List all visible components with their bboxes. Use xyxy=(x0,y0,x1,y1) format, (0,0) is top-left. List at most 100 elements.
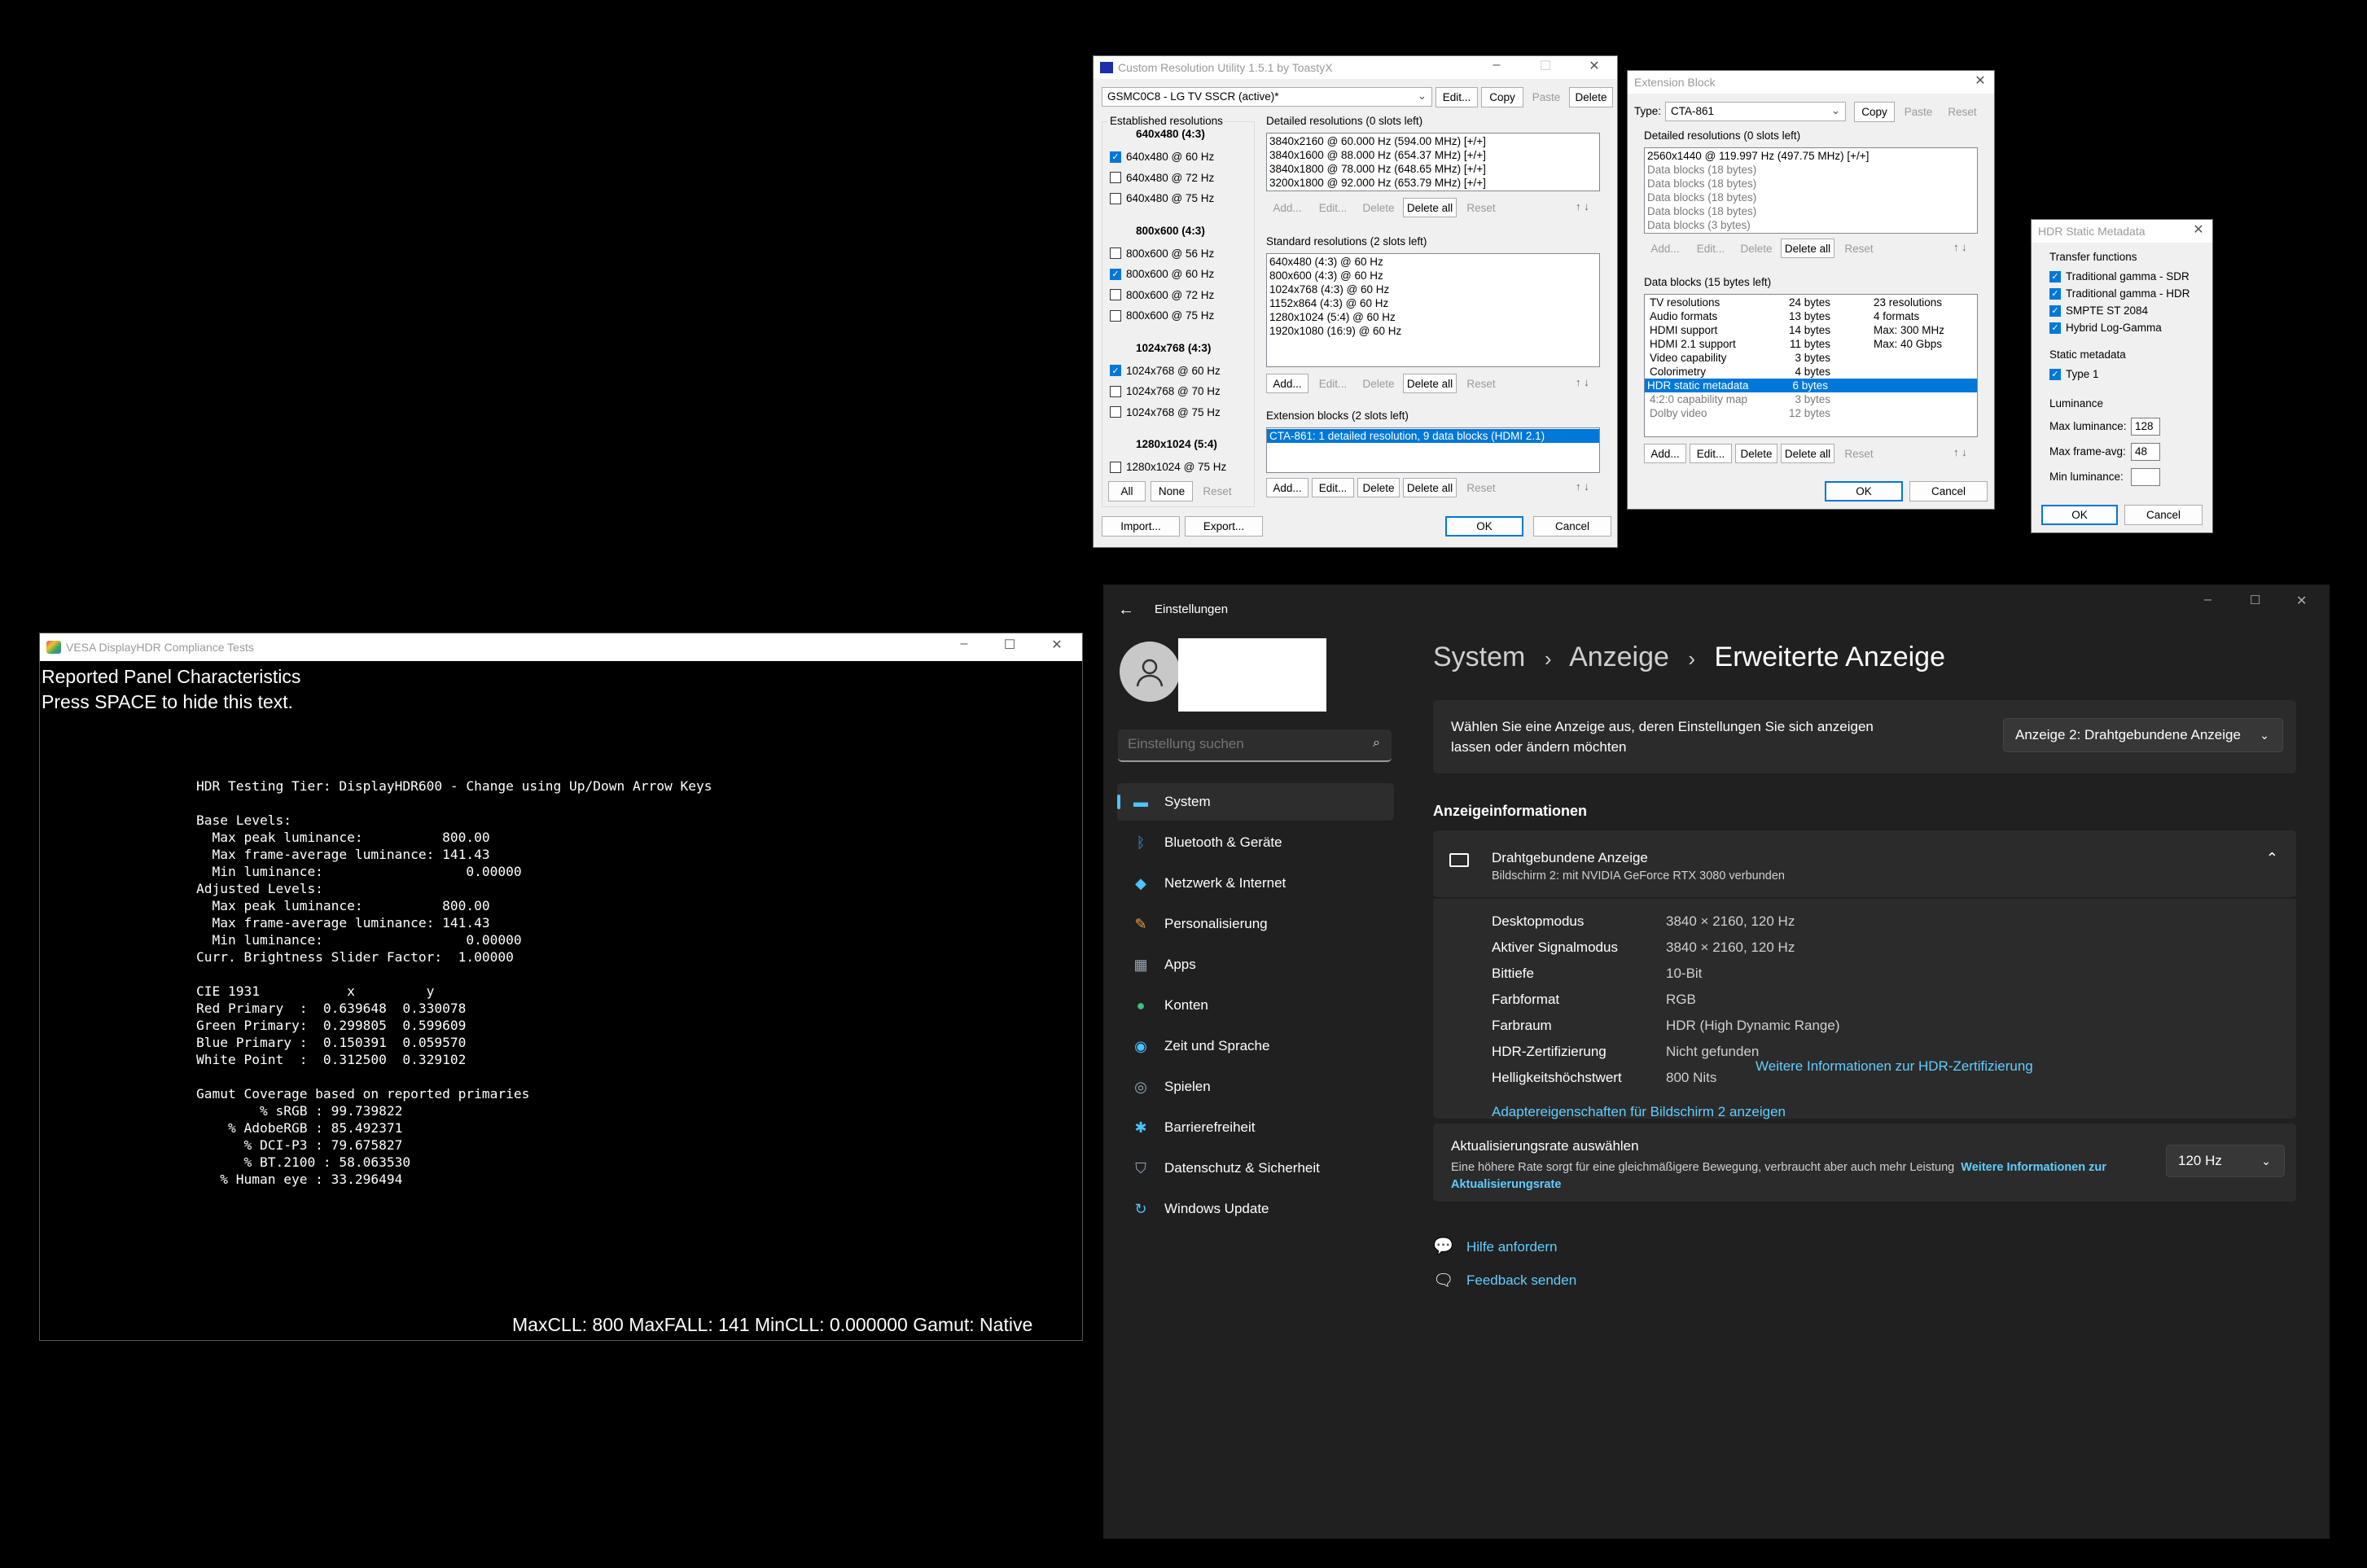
feedback-link[interactable]: Feedback senden xyxy=(1466,1272,1576,1289)
type1-checkbox[interactable]: ✓ Type 1 xyxy=(2049,368,2099,380)
vesa-maximize-button[interactable]: ☐ xyxy=(997,637,1022,653)
row-button[interactable]: Delete all xyxy=(1781,239,1834,258)
row-button[interactable]: Add... xyxy=(1266,478,1308,497)
data-block-row[interactable]: Video capability 3 bytes xyxy=(1647,351,1975,365)
minimize-button[interactable]: – xyxy=(1484,58,1509,72)
move-arrows-icon[interactable]: ↑ ↓ xyxy=(1953,241,1967,253)
row-button[interactable]: Reset xyxy=(1460,478,1502,497)
list-item[interactable]: Data blocks (18 bytes) xyxy=(1647,204,1975,218)
row-button[interactable]: Edit... xyxy=(1690,239,1732,258)
transfer-checkbox[interactable]: ✓ Hybrid Log-Gamma xyxy=(2049,322,2162,334)
hdr-ok-button[interactable]: OK xyxy=(2041,505,2118,525)
adapter-link[interactable]: Adaptereigenschaften für Bildschirm 2 an… xyxy=(1492,1104,1786,1120)
vesa-minimize-button[interactable]: – xyxy=(952,637,976,651)
export-button[interactable]: Export... xyxy=(1185,516,1263,537)
display-select[interactable]: Anzeige 2: Drahtgebundene Anzeige ⌄ xyxy=(2003,718,2283,752)
cru-edit-button[interactable]: Edit... xyxy=(1436,87,1478,107)
est-checkbox[interactable]: 640x480 @ 75 Hz xyxy=(1110,192,1214,204)
row-button[interactable]: Delete all xyxy=(1403,374,1457,393)
sidebar-item[interactable]: ● Konten xyxy=(1117,987,1394,1024)
list-item[interactable]: CTA-861: 1 detailed resolution, 9 data b… xyxy=(1267,429,1599,443)
cru-cancel-button[interactable]: Cancel xyxy=(1533,516,1611,537)
est-checkbox[interactable]: 800x600 @ 75 Hz xyxy=(1110,309,1214,322)
est-checkbox[interactable]: 800x600 @ 72 Hz xyxy=(1110,289,1214,301)
data-block-row[interactable]: Audio formats 13 bytes 4 formats xyxy=(1647,309,1975,323)
sidebar-item[interactable]: ▬ System xyxy=(1117,783,1394,821)
data-block-row[interactable]: HDMI 2.1 support 11 bytes Max: 40 Gbps xyxy=(1647,337,1975,351)
est-checkbox[interactable]: 1024x768 @ 70 Hz xyxy=(1110,385,1221,397)
row-button[interactable]: Delete xyxy=(1357,374,1400,393)
sidebar-item[interactable]: ◎ Spielen xyxy=(1117,1068,1394,1106)
row-button[interactable]: Delete xyxy=(1735,239,1777,258)
data-block-row[interactable]: TV resolutions 24 bytes 23 resolutions xyxy=(1647,296,1975,309)
est-reset-button[interactable]: Reset xyxy=(1196,481,1238,501)
list-item[interactable]: Data blocks (18 bytes) xyxy=(1647,177,1975,191)
maximize-button[interactable]: ☐ xyxy=(1533,58,1558,74)
list-item[interactable]: 3840x1600 @ 88.000 Hz (654.37 MHz) [+/+] xyxy=(1269,148,1597,162)
cru-ok-button[interactable]: OK xyxy=(1445,516,1523,537)
sidebar-item[interactable]: ◉ Zeit und Sprache xyxy=(1117,1027,1394,1065)
est-checkbox[interactable]: ✓ 1024x768 @ 60 Hz xyxy=(1110,365,1221,377)
cru-copy-button[interactable]: Copy xyxy=(1481,87,1523,107)
row-button[interactable]: Reset xyxy=(1460,198,1502,217)
est-checkbox[interactable]: 640x480 @ 72 Hz xyxy=(1110,172,1214,184)
row-button[interactable]: Delete all xyxy=(1781,444,1834,463)
ext-detailed-list[interactable]: 2560x1440 @ 119.997 Hz (497.75 MHz) [+/+… xyxy=(1644,147,1978,234)
hdr-cancel-button[interactable]: Cancel xyxy=(2124,505,2203,525)
sidebar-item[interactable]: ◆ Netzwerk & Internet xyxy=(1117,865,1394,902)
cru-paste-button[interactable]: Paste xyxy=(1525,87,1567,107)
data-block-row[interactable]: HDR static metadata 6 bytes xyxy=(1645,379,1977,392)
window-close-button[interactable]: ✕ xyxy=(2296,593,2307,609)
extension-list[interactable]: CTA-861: 1 detailed resolution, 9 data b… xyxy=(1266,427,1600,473)
search-input[interactable] xyxy=(1128,736,1356,752)
row-button[interactable]: Add... xyxy=(1644,444,1686,463)
row-button[interactable]: Delete all xyxy=(1403,198,1457,217)
breadcrumb-system[interactable]: System xyxy=(1433,642,1525,672)
ext-paste-button[interactable]: Paste xyxy=(1898,102,1939,121)
max-avg-input[interactable]: 48 xyxy=(2131,443,2160,461)
list-item[interactable]: 1024x768 (4:3) @ 60 Hz xyxy=(1269,283,1597,296)
list-item[interactable]: 640x480 (4:3) @ 60 Hz xyxy=(1269,255,1597,269)
move-arrows-icon[interactable]: ↑ ↓ xyxy=(1576,480,1589,493)
max-lum-input[interactable]: 128 xyxy=(2131,418,2160,436)
list-item[interactable]: 1920x1080 (16:9) @ 60 Hz xyxy=(1269,324,1597,338)
list-item[interactable]: Data blocks (18 bytes) xyxy=(1647,191,1975,204)
move-arrows-icon[interactable]: ↑ ↓ xyxy=(1576,376,1589,388)
transfer-checkbox[interactable]: ✓ Traditional gamma - HDR xyxy=(2049,287,2190,300)
row-button[interactable]: Edit... xyxy=(1312,198,1354,217)
data-blocks-list[interactable]: TV resolutions 24 bytes 23 resolutions Audi… xyxy=(1644,294,1978,437)
transfer-checkbox[interactable]: ✓ Traditional gamma - SDR xyxy=(2049,270,2189,283)
standard-list[interactable]: 640x480 (4:3) @ 60 Hz 800x600 (4:3) @ 60 … xyxy=(1266,253,1600,367)
all-button[interactable]: All xyxy=(1108,481,1146,501)
detailed-list[interactable]: 3840x2160 @ 60.000 Hz (594.00 MHz) [+/+]… xyxy=(1266,133,1600,191)
back-arrow-icon[interactable]: ← xyxy=(1118,601,1134,620)
row-button[interactable]: Edit... xyxy=(1312,478,1354,497)
list-item[interactable]: 3200x1800 @ 92.000 Hz (653.79 MHz) [+/+] xyxy=(1269,176,1597,190)
ext-ok-button[interactable]: OK xyxy=(1825,481,1903,501)
list-item[interactable]: 1280x1024 (5:4) @ 60 Hz xyxy=(1269,310,1597,324)
est-checkbox[interactable]: ✓ 640x480 @ 60 Hz xyxy=(1110,151,1214,163)
sidebar-item[interactable]: ⛉ Datenschutz & Sicherheit xyxy=(1117,1150,1394,1187)
breadcrumb-anzeige[interactable]: Anzeige xyxy=(1569,642,1669,672)
list-item[interactable]: Data blocks (18 bytes) xyxy=(1647,163,1975,177)
cru-delete-button[interactable]: Delete xyxy=(1569,87,1613,107)
data-block-row[interactable]: HDMI support 14 bytes Max: 300 MHz xyxy=(1647,323,1975,337)
list-item[interactable]: 3840x1800 @ 78.000 Hz (648.65 MHz) [+/+] xyxy=(1269,162,1597,176)
window-maximize-button[interactable]: ☐ xyxy=(2250,593,2260,607)
row-button[interactable]: Delete xyxy=(1357,478,1400,497)
ext-reset-button[interactable]: Reset xyxy=(1942,102,1983,121)
refresh-rate-select[interactable]: 120 Hz ⌄ xyxy=(2166,1145,2285,1177)
search-box[interactable]: ⌕ xyxy=(1118,729,1392,762)
sidebar-item[interactable]: ✱ Barrierefreiheit xyxy=(1117,1109,1394,1146)
row-button[interactable]: Add... xyxy=(1266,198,1308,217)
hdr-cert-link[interactable]: Weitere Informationen zur HDR-Zertifizie… xyxy=(1756,1058,2033,1075)
hdr-close-button[interactable]: ✕ xyxy=(2186,221,2211,238)
chevron-up-icon[interactable]: ⌃ xyxy=(2266,850,2278,867)
monitor-combo[interactable]: GSMC0C8 - LG TV SSCR (active)* ⌄ xyxy=(1102,87,1432,107)
row-button[interactable]: Add... xyxy=(1266,374,1308,393)
sidebar-item[interactable]: ▦ Apps xyxy=(1117,946,1394,983)
close-button[interactable]: ✕ xyxy=(1582,58,1606,74)
ext-cancel-button[interactable]: Cancel xyxy=(1909,481,1988,501)
import-button[interactable]: Import... xyxy=(1102,516,1180,537)
help-link[interactable]: Hilfe anfordern xyxy=(1466,1239,1558,1255)
